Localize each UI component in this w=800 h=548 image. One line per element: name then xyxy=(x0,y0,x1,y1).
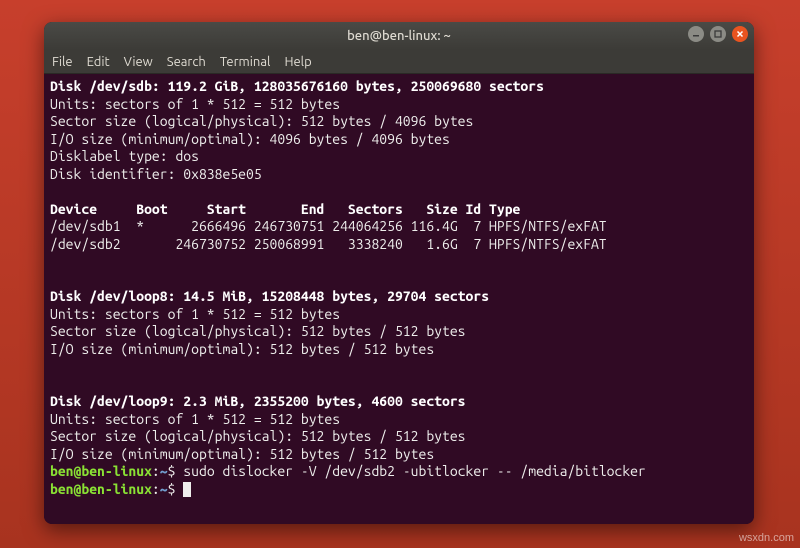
prompt-userhost: ben@ben-linux xyxy=(50,463,152,479)
prompt-path: ~ xyxy=(160,463,168,479)
prompt-colon: : xyxy=(152,481,160,497)
window-controls xyxy=(688,26,748,42)
menu-file[interactable]: File xyxy=(52,55,73,69)
menu-help[interactable]: Help xyxy=(284,55,311,69)
output-line: Sector size (logical/physical): 512 byte… xyxy=(50,113,473,129)
output-line: Units: sectors of 1 * 512 = 512 bytes xyxy=(50,96,340,112)
output-line: Disk /dev/sdb: 119.2 GiB, 128035676160 b… xyxy=(50,78,544,94)
output-line: I/O size (minimum/optimal): 4096 bytes /… xyxy=(50,131,450,147)
watermark-text: wsxdn.com xyxy=(739,532,794,544)
menu-search[interactable]: Search xyxy=(167,55,206,69)
output-line: Disk identifier: 0x838e5e05 xyxy=(50,166,262,182)
output-line: I/O size (minimum/optimal): 512 bytes / … xyxy=(50,341,434,357)
menu-edit[interactable]: Edit xyxy=(87,55,110,69)
cursor-icon xyxy=(183,482,191,497)
prompt-dollar: $ xyxy=(168,481,184,497)
menu-view[interactable]: View xyxy=(124,55,153,69)
partition-row: /dev/sdb2 246730752 250068991 3338240 1.… xyxy=(50,236,607,252)
output-line: Disk /dev/loop9: 2.3 MiB, 2355200 bytes,… xyxy=(50,393,466,409)
command-text: sudo dislocker -V /dev/sdb2 -ubitlocker … xyxy=(183,463,646,479)
output-line: Disklabel type: dos xyxy=(50,148,199,164)
partition-row: /dev/sdb1 * 2666496 246730751 244064256 … xyxy=(50,218,607,234)
output-line: I/O size (minimum/optimal): 512 bytes / … xyxy=(50,446,434,462)
terminal-content[interactable]: Disk /dev/sdb: 119.2 GiB, 128035676160 b… xyxy=(44,74,754,524)
minimize-button[interactable] xyxy=(688,26,704,42)
output-line: Sector size (logical/physical): 512 byte… xyxy=(50,428,466,444)
prompt-colon: : xyxy=(152,463,160,479)
window-title: ben@ben-linux: ~ xyxy=(347,29,451,43)
prompt-userhost: ben@ben-linux xyxy=(50,481,152,497)
output-line: Sector size (logical/physical): 512 byte… xyxy=(50,323,466,339)
prompt-path: ~ xyxy=(160,481,168,497)
close-button[interactable] xyxy=(732,26,748,42)
titlebar[interactable]: ben@ben-linux: ~ xyxy=(44,22,754,50)
menu-terminal[interactable]: Terminal xyxy=(220,55,271,69)
output-line: Units: sectors of 1 * 512 = 512 bytes xyxy=(50,306,340,322)
maximize-button[interactable] xyxy=(710,26,726,42)
output-line: Disk /dev/loop8: 14.5 MiB, 15208448 byte… xyxy=(50,288,489,304)
menubar: File Edit View Search Terminal Help xyxy=(44,50,754,74)
terminal-window: ben@ben-linux: ~ File Edit View Search T… xyxy=(44,22,754,524)
prompt-dollar: $ xyxy=(168,463,184,479)
output-line: Units: sectors of 1 * 512 = 512 bytes xyxy=(50,411,340,427)
partition-header: Device Boot Start End Sectors Size Id Ty… xyxy=(50,201,520,217)
